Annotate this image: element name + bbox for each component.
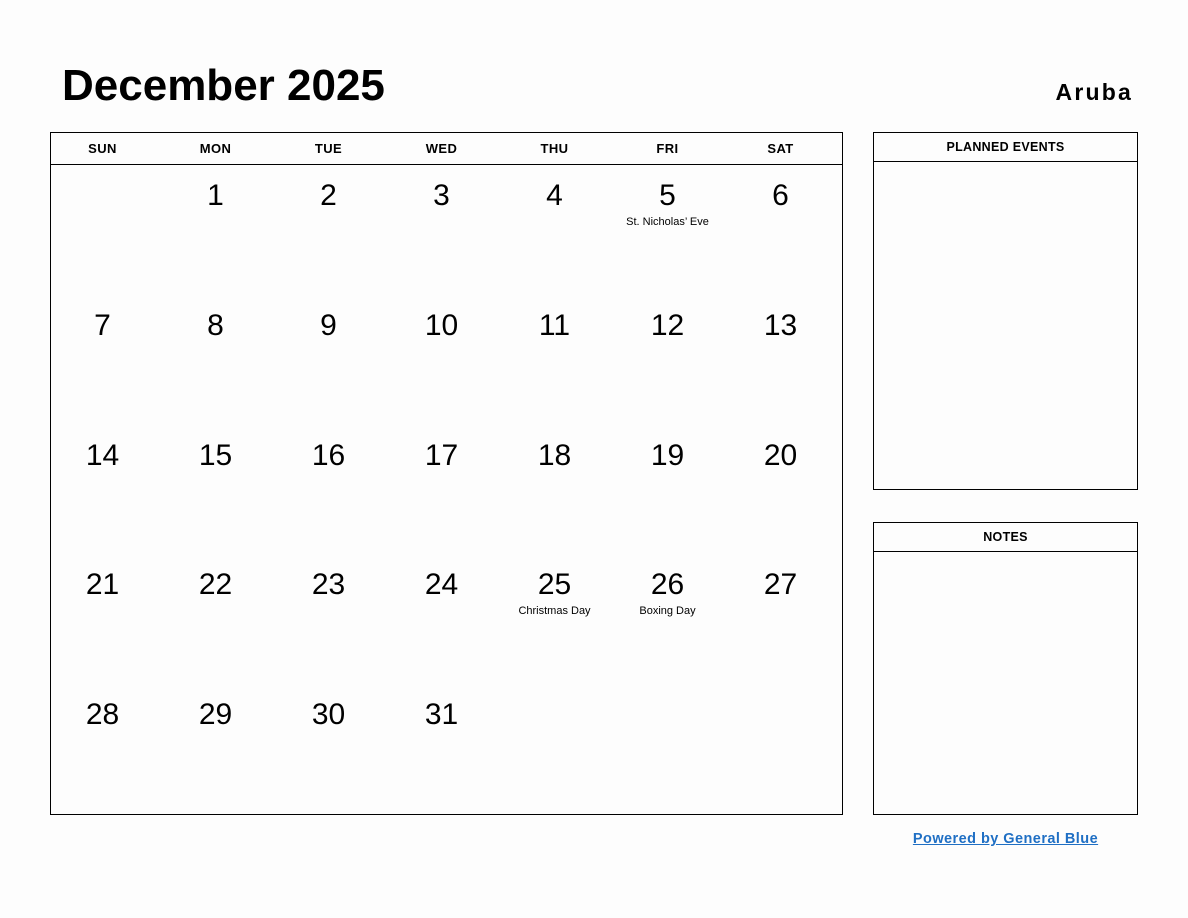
day-number: 3 — [433, 179, 450, 212]
page-title: December 2025 — [62, 61, 385, 110]
day-number: 28 — [85, 698, 120, 732]
day-cell[interactable]: 3 — [390, 165, 503, 295]
planned-events-panel: PLANNED EVENTS — [873, 132, 1138, 490]
weekday-header-fri: FRI — [656, 141, 679, 156]
day-number: 18 — [537, 438, 572, 472]
day-number: 13 — [763, 308, 798, 342]
day-number: 23 — [311, 568, 346, 602]
day-event-label: Boxing Day — [639, 605, 696, 618]
day-cell[interactable]: 17 — [390, 425, 503, 555]
day-number: 1 — [207, 179, 224, 212]
day-number: 22 — [198, 568, 233, 602]
calendar-week-row: 1 2 3 4 5 St. Nicholas’ Eve 6 — [51, 165, 842, 295]
day-number: 2 — [320, 179, 337, 212]
planned-events-body[interactable] — [874, 162, 1137, 489]
day-cell[interactable]: 31 — [390, 684, 503, 814]
day-cell[interactable]: 24 — [390, 554, 503, 684]
day-cell[interactable]: 18 — [503, 425, 616, 555]
day-number: 29 — [198, 698, 233, 732]
day-number: 10 — [424, 308, 459, 342]
day-number: 21 — [85, 568, 120, 602]
powered-by-link[interactable]: Powered by General Blue — [873, 831, 1138, 847]
day-number: 19 — [650, 438, 685, 472]
day-cell[interactable]: 8 — [164, 295, 277, 425]
day-cell[interactable]: 29 — [164, 684, 277, 814]
day-number: 5 — [659, 179, 676, 212]
calendar-grid: SUN MON TUE WED THU FRI SAT 1 2 3 4 5 St. Nicholas’… — [50, 132, 843, 815]
day-number: 7 — [94, 308, 111, 342]
weekday-header-sat: SAT — [767, 141, 794, 156]
calendar-week-row: 21 22 23 24 25 Christmas Day 26 Boxing Day 27 — [51, 554, 842, 684]
day-number: 15 — [198, 438, 233, 472]
weekday-header-wed: WED — [425, 141, 458, 156]
day-cell[interactable]: 6 — [729, 165, 842, 295]
day-cell[interactable]: 25 Christmas Day — [503, 554, 616, 684]
day-cell-empty — [51, 165, 164, 295]
notes-panel: NOTES — [873, 522, 1138, 815]
day-cell[interactable]: 7 — [51, 295, 164, 425]
region-label: Aruba — [1055, 79, 1133, 105]
day-cell[interactable]: 28 — [51, 684, 164, 814]
day-number: 17 — [424, 438, 459, 472]
day-number: 16 — [311, 438, 346, 472]
planned-events-title: PLANNED EVENTS — [874, 133, 1137, 162]
calendar-weeks: 1 2 3 4 5 St. Nicholas’ Eve 6 7 8 9 10 11 12 13 14 15 16… — [51, 165, 842, 814]
day-number: 31 — [424, 698, 459, 732]
weekday-header-tue: TUE — [314, 141, 343, 156]
weekday-header-thu: THU — [540, 141, 569, 156]
day-cell[interactable]: 1 — [164, 165, 277, 295]
notes-body[interactable] — [874, 552, 1137, 814]
notes-title: NOTES — [874, 523, 1137, 552]
day-cell[interactable]: 10 — [390, 295, 503, 425]
day-number: 24 — [424, 568, 459, 602]
day-cell[interactable]: 13 — [729, 295, 842, 425]
day-cell[interactable]: 21 — [51, 554, 164, 684]
day-number: 9 — [320, 308, 337, 342]
day-number: 6 — [772, 179, 789, 212]
day-cell[interactable]: 30 — [277, 684, 390, 814]
day-number: 25 — [537, 568, 572, 602]
day-number: 26 — [650, 568, 685, 602]
weekday-header-mon: MON — [199, 141, 232, 156]
day-event-label: St. Nicholas’ Eve — [626, 216, 709, 228]
day-cell[interactable]: 2 — [277, 165, 390, 295]
day-number: 11 — [538, 308, 571, 342]
day-cell-empty — [729, 684, 842, 814]
day-cell[interactable]: 27 — [729, 554, 842, 684]
day-cell[interactable]: 23 — [277, 554, 390, 684]
calendar-week-row: 28 29 30 31 — [51, 684, 842, 814]
day-cell[interactable]: 12 — [616, 295, 729, 425]
day-cell[interactable]: 19 — [616, 425, 729, 555]
day-cell[interactable]: 22 — [164, 554, 277, 684]
calendar-week-row: 14 15 16 17 18 19 20 — [51, 425, 842, 555]
day-number: 8 — [207, 308, 224, 342]
day-cell-empty — [503, 684, 616, 814]
day-cell[interactable]: 14 — [51, 425, 164, 555]
day-cell[interactable]: 5 St. Nicholas’ Eve — [616, 165, 729, 295]
day-cell[interactable]: 4 — [503, 165, 616, 295]
day-number: 27 — [763, 568, 798, 602]
day-cell[interactable]: 20 — [729, 425, 842, 555]
day-cell[interactable]: 9 — [277, 295, 390, 425]
day-number: 30 — [311, 698, 346, 732]
day-event-label: Christmas Day — [518, 605, 591, 618]
day-cell[interactable]: 26 Boxing Day — [616, 554, 729, 684]
day-number: 20 — [763, 438, 798, 472]
day-cell[interactable]: 11 — [503, 295, 616, 425]
calendar-week-row: 7 8 9 10 11 12 13 — [51, 295, 842, 425]
day-cell[interactable]: 16 — [277, 425, 390, 555]
day-number: 14 — [85, 438, 120, 472]
day-cell-empty — [616, 684, 729, 814]
weekday-header-row: SUN MON TUE WED THU FRI SAT — [51, 133, 842, 165]
day-cell[interactable]: 15 — [164, 425, 277, 555]
calendar-page: December 2025 Aruba SUN MON TUE WED THU FRI SA… — [0, 0, 1188, 918]
day-number: 4 — [546, 179, 563, 212]
weekday-header-sun: SUN — [88, 141, 117, 156]
day-number: 12 — [650, 308, 685, 342]
